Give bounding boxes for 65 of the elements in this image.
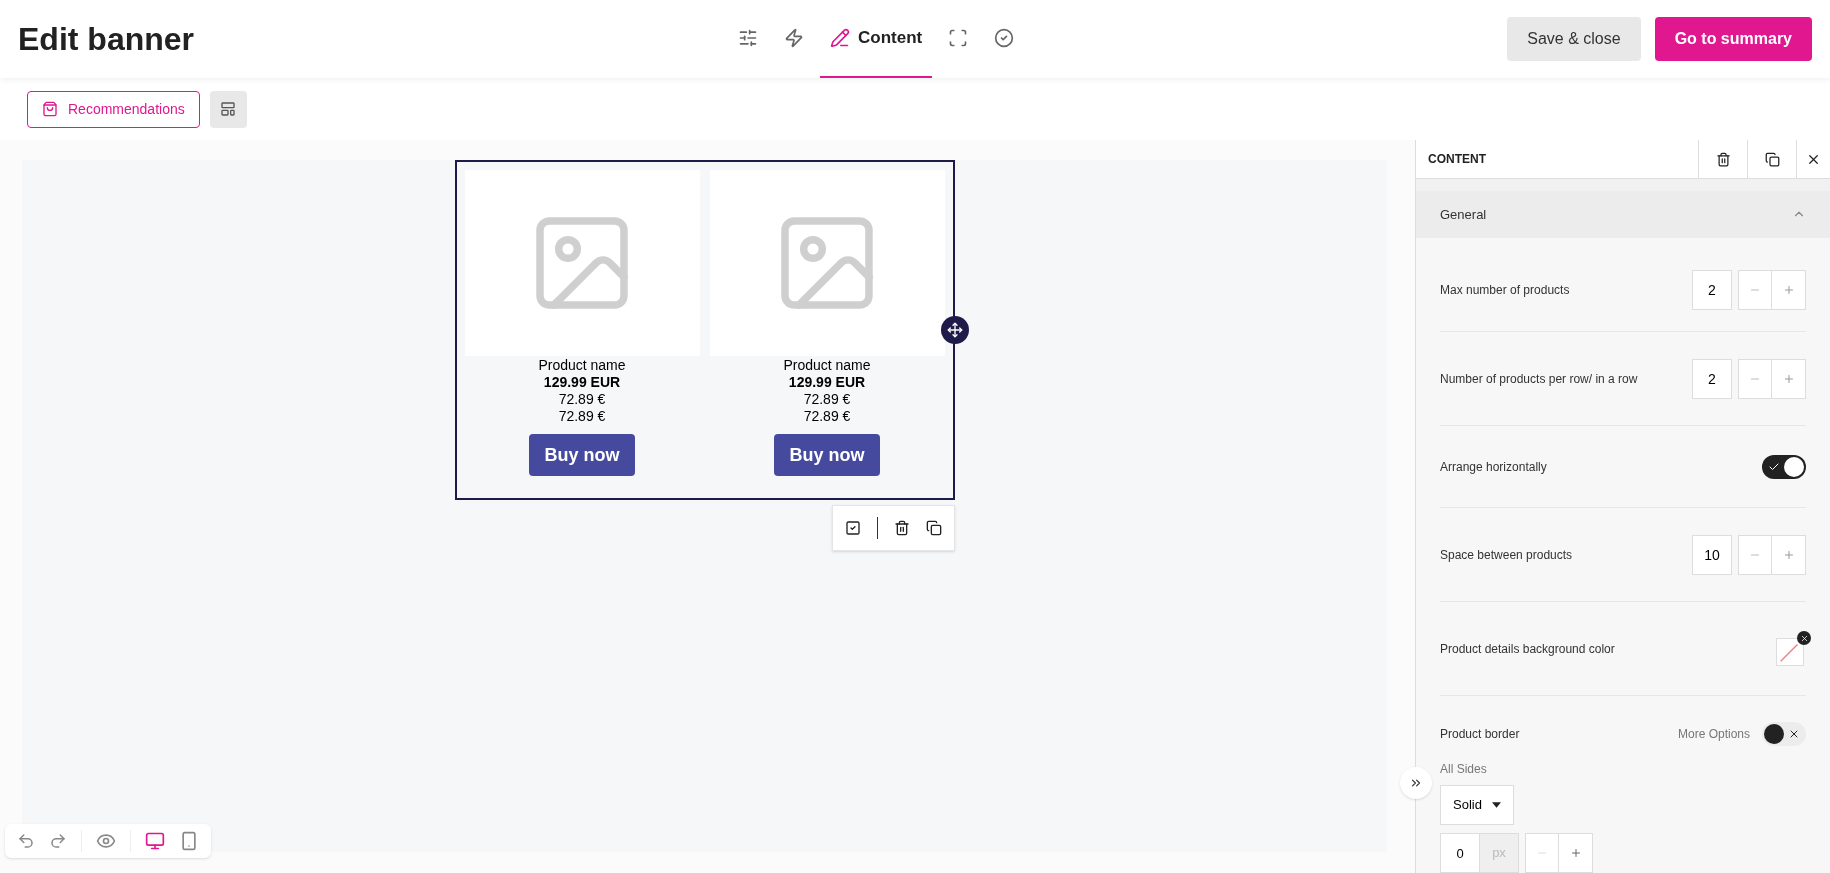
- product-price: 72.89 €: [558, 408, 606, 425]
- double-chevron-icon: [1409, 776, 1423, 790]
- summary-button[interactable]: Go to summary: [1654, 17, 1812, 61]
- plus-icon: [1782, 372, 1795, 385]
- clear-badge[interactable]: [1797, 631, 1811, 645]
- toggle-knob: [1764, 724, 1784, 744]
- toggle-knob: [1784, 456, 1804, 477]
- number-field[interactable]: 2: [1692, 269, 1732, 310]
- buy-button[interactable]: Buy now: [774, 434, 880, 476]
- desktop-icon[interactable]: [145, 831, 165, 851]
- section-header[interactable]: General: [1416, 190, 1830, 238]
- buy-button[interactable]: Buy now: [529, 434, 635, 476]
- checkbox-icon[interactable]: [844, 520, 861, 536]
- setting-label: Max number of products: [1440, 281, 1571, 299]
- delete-icon[interactable]: [893, 520, 910, 536]
- setting-label: Number of products per row/ in a row: [1440, 370, 1639, 388]
- caret-icon: [1491, 802, 1501, 808]
- panel-title: CONTENT: [1427, 151, 1487, 169]
- undo-icon[interactable]: [17, 832, 35, 850]
- layout-icon: [220, 101, 237, 117]
- setting-label: Arrange horizontally: [1440, 458, 1548, 476]
- setting-label: Product details background color: [1440, 640, 1616, 658]
- setting-label: Space between products: [1440, 546, 1574, 564]
- lightning-icon: [784, 28, 804, 48]
- color-swatch[interactable]: [1776, 638, 1804, 666]
- product-price: 72.89 €: [558, 391, 606, 408]
- number-field[interactable]: 10: [1692, 534, 1732, 575]
- plus-icon: [1782, 548, 1795, 561]
- plus-icon: [1782, 283, 1795, 296]
- copy-icon: [1764, 151, 1780, 167]
- collapse-panel-button[interactable]: [1400, 767, 1432, 799]
- frame-icon: [948, 28, 969, 48]
- number-field[interactable]: 2: [1692, 358, 1732, 399]
- product-price: 72.89 €: [803, 391, 851, 408]
- product-name: Product name: [783, 357, 871, 374]
- border-style-select[interactable]: Solid: [1440, 785, 1514, 825]
- border-width-field[interactable]: 0: [1440, 833, 1480, 873]
- pencil-lines-icon: [830, 28, 850, 48]
- mobile-icon[interactable]: [179, 831, 199, 851]
- sides-label: All Sides: [1440, 761, 1488, 778]
- check-circle-icon: [994, 28, 1015, 48]
- tab[interactable]: Content: [820, 0, 933, 78]
- increment-button[interactable]: [1559, 833, 1593, 873]
- toggle-switch[interactable]: [1762, 454, 1806, 479]
- trash-icon: [1715, 151, 1731, 167]
- recommendations-button[interactable]: Recommendations: [27, 90, 200, 128]
- product-price: 129.99 EUR: [788, 374, 866, 391]
- save-button[interactable]: Save & close: [1507, 17, 1641, 61]
- page-title: Edit banner: [18, 20, 195, 59]
- bag-icon: [42, 101, 58, 117]
- product-name: Product name: [538, 357, 626, 374]
- plus-icon: [1569, 847, 1582, 859]
- redo-icon[interactable]: [49, 832, 67, 850]
- more-options-link[interactable]: More Options: [1677, 725, 1750, 743]
- layout-button[interactable]: [209, 90, 247, 128]
- product-price: 72.89 €: [803, 408, 851, 425]
- sliders-icon: [738, 28, 758, 48]
- close-icon: [1799, 633, 1809, 643]
- move-icon: [946, 322, 963, 338]
- close-icon: [1788, 728, 1800, 740]
- product-price: 129.99 EUR: [543, 374, 621, 391]
- setting-label: Product border: [1440, 726, 1521, 743]
- toggle-switch[interactable]: [1762, 722, 1806, 746]
- duplicate-icon[interactable]: [925, 520, 942, 536]
- preview-icon[interactable]: [96, 831, 116, 851]
